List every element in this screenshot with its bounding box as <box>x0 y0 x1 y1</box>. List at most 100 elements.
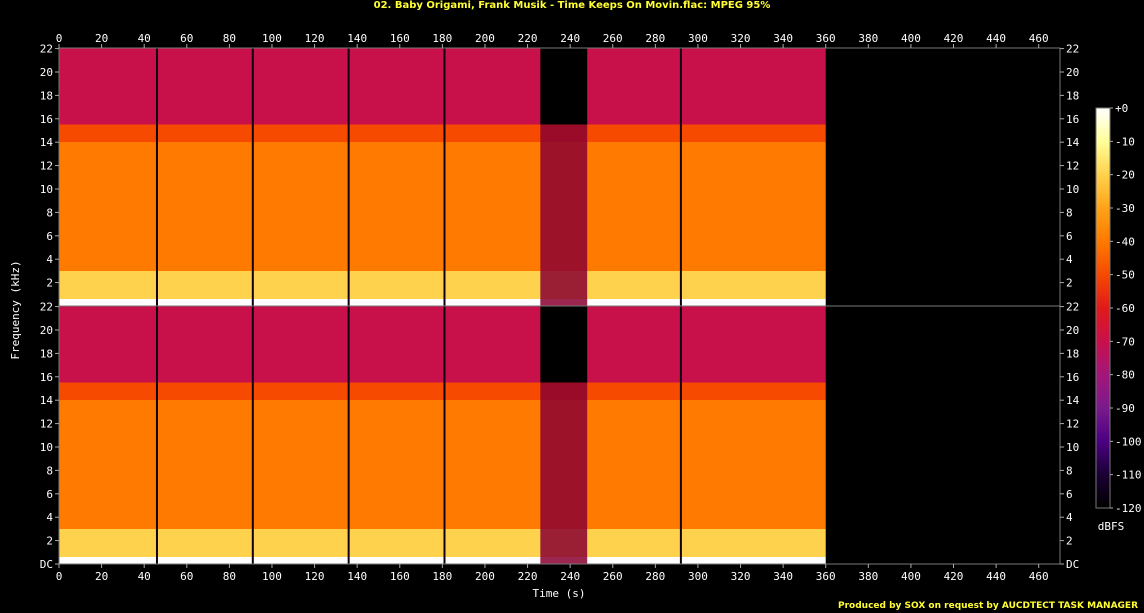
y-tick-label: 8 <box>1066 206 1073 219</box>
colorbar-label: dBFS <box>1098 520 1125 533</box>
y-tick-label: 14 <box>40 136 54 149</box>
x-tick-label: 380 <box>858 32 878 45</box>
y-tick-label: 6 <box>46 230 53 243</box>
x-tick-label: 140 <box>347 32 367 45</box>
x-tick-label: 460 <box>1029 32 1049 45</box>
x-tick-label: 360 <box>816 570 836 583</box>
y-tick-label: 20 <box>40 66 53 79</box>
x-tick-label: 220 <box>518 570 538 583</box>
x-tick-label: 20 <box>95 32 108 45</box>
x-tick-label: 320 <box>731 570 751 583</box>
x-tick-label: 220 <box>518 32 538 45</box>
y-tick-label: 12 <box>1066 418 1079 431</box>
x-tick-label: 300 <box>688 570 708 583</box>
y-tick-label: 10 <box>1066 441 1079 454</box>
x-tick-label: 320 <box>731 32 751 45</box>
y-tick-label: DC <box>40 558 53 571</box>
x-tick-label: 340 <box>773 32 793 45</box>
y-tick-label: 4 <box>46 511 53 524</box>
x-tick-label: 380 <box>858 570 878 583</box>
colorbar-tick-label: -10 <box>1115 135 1135 148</box>
y-tick-label: 8 <box>1066 464 1073 477</box>
x-tick-label: 0 <box>56 32 63 45</box>
y-tick-label: 22 <box>40 301 53 314</box>
y-tick-label: 2 <box>46 277 53 290</box>
x-tick-label: 80 <box>223 32 236 45</box>
x-tick-label: 140 <box>347 570 367 583</box>
colorbar-tick-label: -80 <box>1115 369 1135 382</box>
x-tick-label: 200 <box>475 570 495 583</box>
y-tick-label: 2 <box>1066 277 1073 290</box>
x-tick-label: 340 <box>773 570 793 583</box>
x-tick-label: 260 <box>603 32 623 45</box>
colorbar-tick-label: -60 <box>1115 302 1135 315</box>
quiet-section-body <box>540 382 588 564</box>
colorbar-tick-label: -90 <box>1115 402 1135 415</box>
y-tick-label: 22 <box>1066 43 1079 56</box>
colorbar-tick-label: -20 <box>1115 169 1135 182</box>
x-tick-label: 120 <box>305 32 325 45</box>
colorbar-tick-label: -120 <box>1115 502 1142 515</box>
y-tick-label: DC <box>1066 558 1079 571</box>
y-tick-label: 12 <box>40 418 53 431</box>
dropout-line <box>155 48 158 306</box>
x-tick-label: 300 <box>688 32 708 45</box>
dropout-line <box>679 48 682 306</box>
y-tick-label: 4 <box>1066 511 1073 524</box>
y-tick-label: 22 <box>1066 301 1079 314</box>
colorbar-tick-label: -50 <box>1115 269 1135 282</box>
y-tick-label: 8 <box>46 206 53 219</box>
y-tick-label: 12 <box>1066 160 1079 173</box>
y-tick-label: 16 <box>1066 113 1079 126</box>
y-tick-label: 16 <box>40 371 53 384</box>
x-tick-label: 420 <box>944 32 964 45</box>
y-tick-label: 4 <box>46 253 53 266</box>
y-tick-label: 2 <box>1066 535 1073 548</box>
y-tick-label: 20 <box>40 324 53 337</box>
dropout-line <box>443 306 446 564</box>
x-tick-label: 100 <box>262 32 282 45</box>
dropout-line <box>155 306 158 564</box>
colorbar-tick-label: -30 <box>1115 202 1135 215</box>
channel-1-spectrogram <box>59 48 1060 306</box>
x-tick-label: 360 <box>816 32 836 45</box>
x-tick-label: 420 <box>944 570 964 583</box>
x-tick-label: 60 <box>180 32 193 45</box>
x-tick-label: 400 <box>901 570 921 583</box>
y-tick-label: 14 <box>1066 136 1080 149</box>
y-tick-label: 2 <box>46 535 53 548</box>
audio-energy <box>59 306 826 564</box>
audio-energy <box>59 48 826 306</box>
x-tick-label: 180 <box>432 570 452 583</box>
dropout-line <box>347 48 350 306</box>
x-tick-label: 160 <box>390 570 410 583</box>
colorbar-tick-label: +0 <box>1115 102 1128 115</box>
x-tick-label: 60 <box>180 570 193 583</box>
colorbar-tick-label: -100 <box>1115 435 1142 448</box>
spectrogram-chart: 2 24 46 68 810 1012 1214 1416 1618 1820 2022 22DC DC… <box>9 32 1142 600</box>
colorbar-tick-label: -110 <box>1115 469 1142 482</box>
y-tick-label: 10 <box>40 183 53 196</box>
y-tick-label: 14 <box>40 394 54 407</box>
x-tick-label: 120 <box>305 570 325 583</box>
colorbar-tick-label: -70 <box>1115 335 1135 348</box>
y-tick-label: 22 <box>40 43 53 56</box>
y-tick-label: 18 <box>1066 347 1079 360</box>
x-tick-label: 260 <box>603 570 623 583</box>
y-tick-label: 16 <box>1066 371 1079 384</box>
x-tick-label: 100 <box>262 570 282 583</box>
x-tick-label: 180 <box>432 32 452 45</box>
colorbar-tick-label: -40 <box>1115 235 1135 248</box>
x-tick-label: 400 <box>901 32 921 45</box>
dropout-line <box>251 48 254 306</box>
y-tick-label: 8 <box>46 464 53 477</box>
y-tick-label: 12 <box>40 160 53 173</box>
colorbar: +0 -10 -20 -30 -40 -50 -60 -70 -80 -90 -100 -110 -12… <box>1095 102 1142 515</box>
y-tick-label: 10 <box>40 441 53 454</box>
y-tick-label: 18 <box>40 89 53 102</box>
dropout-line <box>347 306 350 564</box>
channel-2-spectrogram <box>59 306 1060 564</box>
quiet-section-top <box>540 48 588 125</box>
y-tick-label: 6 <box>1066 488 1073 501</box>
x-tick-label: 280 <box>645 32 665 45</box>
